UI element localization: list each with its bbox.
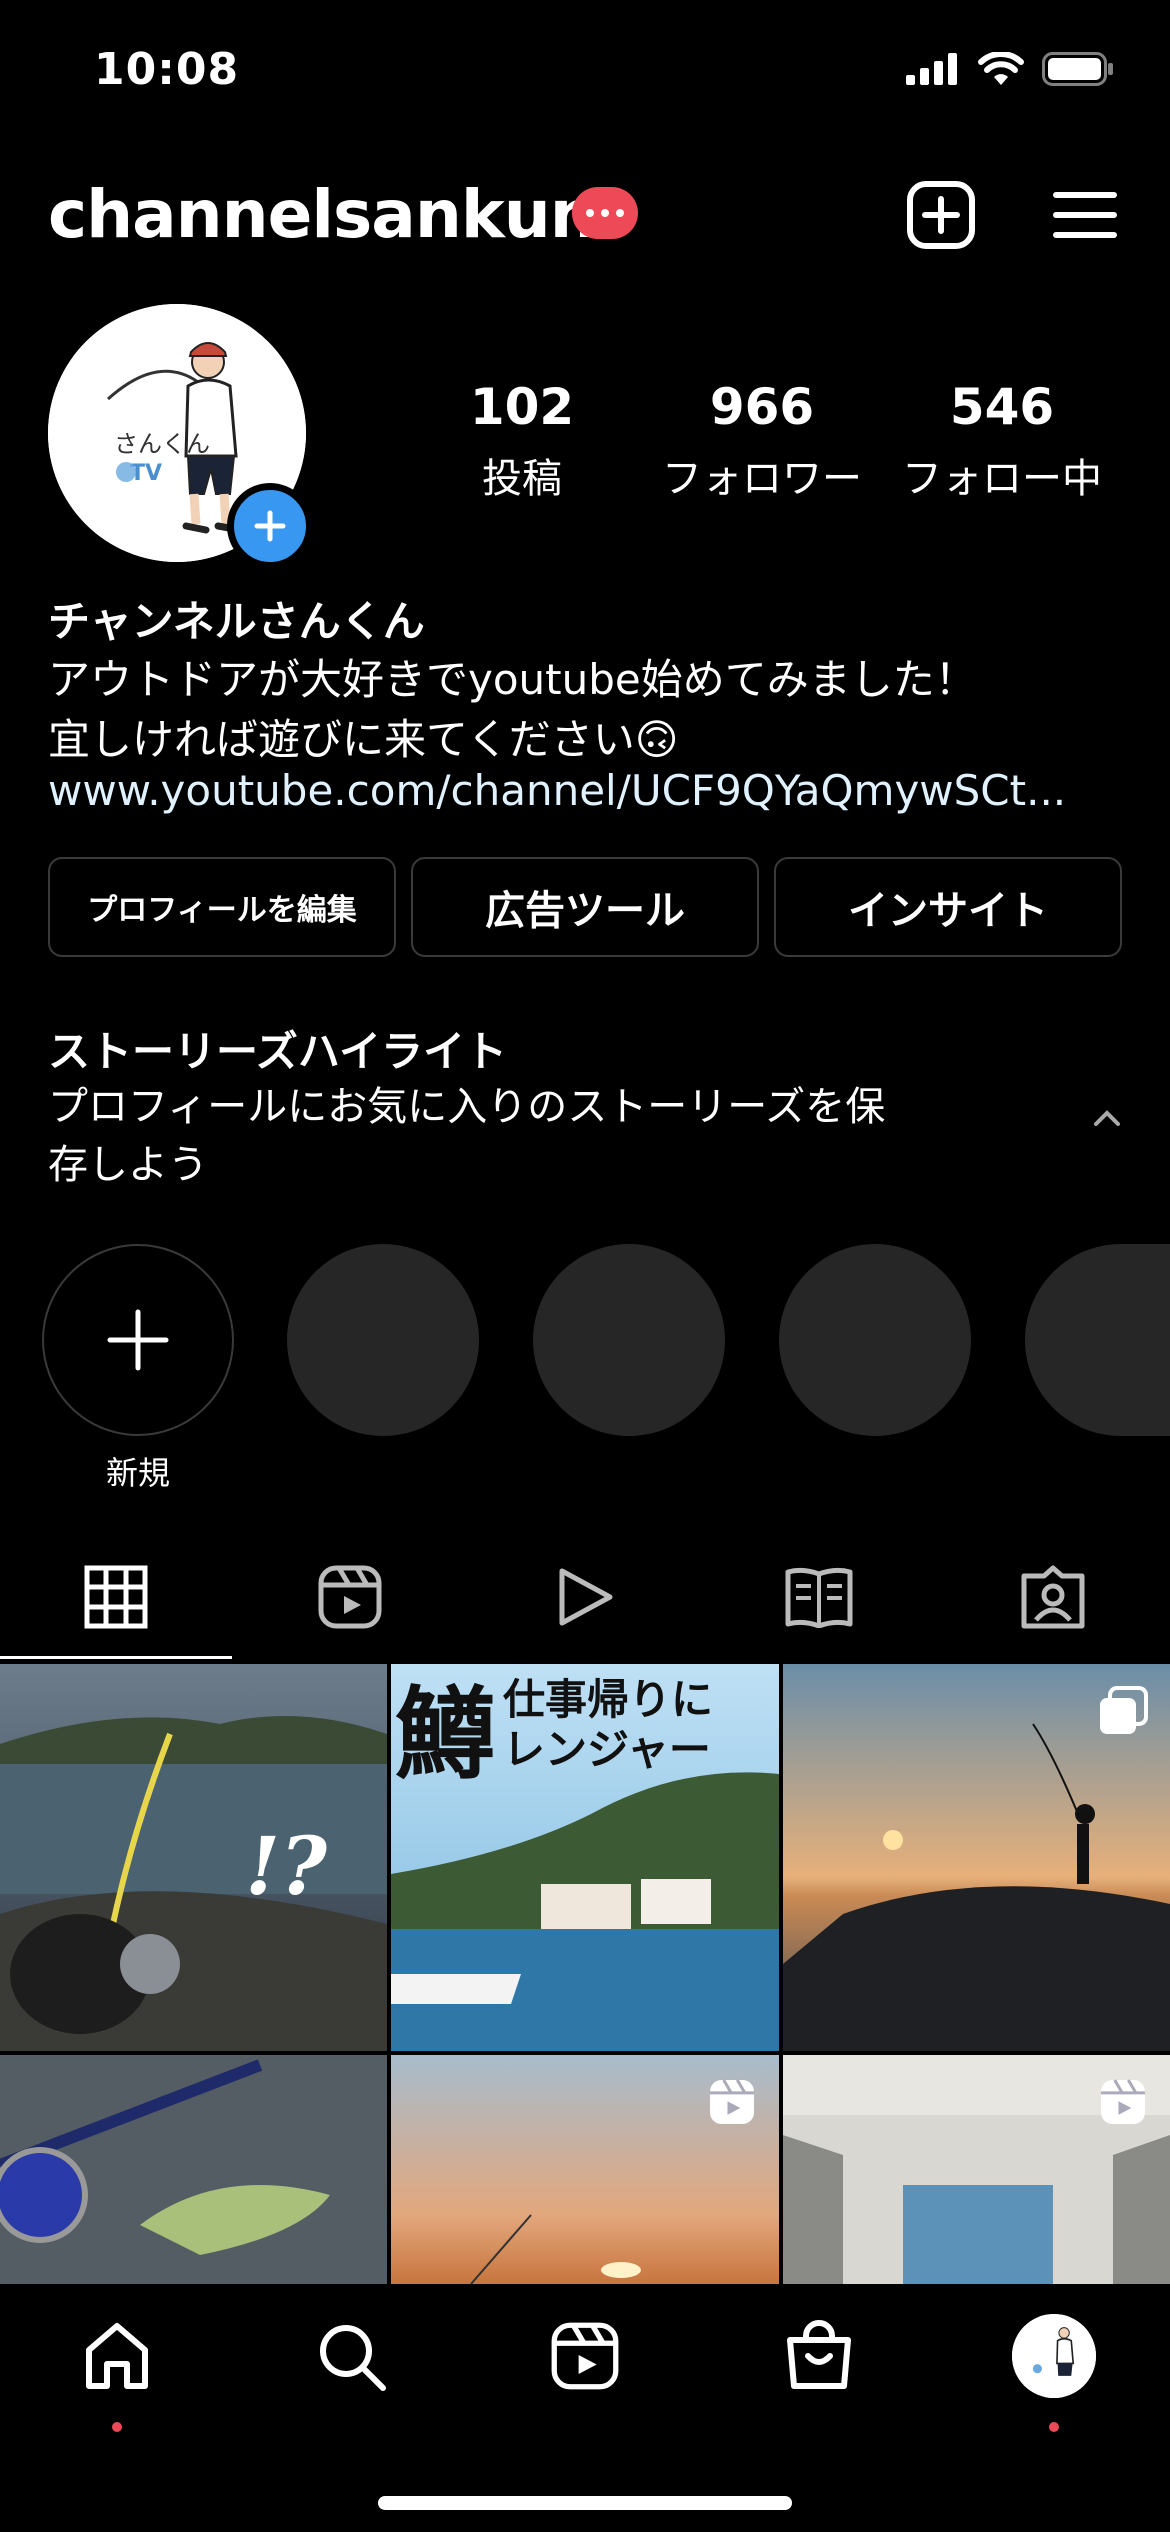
bio-link[interactable]: www.youtube.com/channel/UCF9QYaQmywSCt..…	[48, 766, 1066, 815]
stat-following-count: 546	[949, 378, 1055, 436]
new-highlight-button[interactable]	[42, 1244, 234, 1436]
wifi-icon	[978, 52, 1024, 85]
plus-square-icon	[907, 181, 975, 249]
highlights-description: プロフィールにお気に入りのストーリーズを保存しよう	[48, 1084, 886, 1188]
stat-following[interactable]: 546 フォロー中	[887, 378, 1117, 504]
tab-reels[interactable]	[315, 1562, 385, 1632]
notification-badge[interactable]	[572, 187, 638, 239]
highlight-placeholder	[533, 1244, 725, 1436]
edit-profile-button[interactable]: プロフィールを編集	[48, 857, 396, 957]
plus-icon	[107, 1309, 169, 1371]
nav-search[interactable]	[311, 2316, 391, 2396]
stat-posts-label: 投稿	[482, 456, 562, 502]
display-name: チャンネルさんくん	[48, 597, 425, 646]
tab-videos[interactable]	[550, 1562, 620, 1632]
nav-reels[interactable]	[545, 2316, 625, 2396]
status-icons	[906, 52, 1114, 86]
plus-icon	[254, 510, 286, 542]
nav-shop[interactable]	[779, 2316, 859, 2396]
nav-profile-avatar[interactable]	[1012, 2314, 1096, 2398]
stat-followers-count: 966	[709, 378, 815, 436]
ad-tools-button[interactable]: 広告ツール	[411, 857, 759, 957]
grid-post[interactable]	[783, 1664, 1170, 2051]
menu-button[interactable]	[1048, 178, 1122, 252]
carousel-icon	[1100, 1686, 1148, 1734]
stat-followers-label: フォロワー	[662, 456, 862, 502]
notification-dot	[112, 2422, 122, 2432]
bio-line-2: 宜しければ遊びに来てください🙃	[48, 715, 679, 764]
chevron-up-icon	[1094, 1110, 1120, 1126]
home-indicator	[378, 2496, 792, 2510]
active-tab-indicator	[0, 1656, 232, 1659]
reels-icon	[710, 2079, 754, 2124]
stat-following-label: フォロー中	[902, 456, 1102, 502]
highlights-title: ストーリーズハイライト	[48, 1027, 508, 1076]
menu-icon	[1053, 192, 1117, 238]
tab-tagged[interactable]	[1018, 1562, 1088, 1632]
home-icon	[86, 2323, 148, 2389]
stat-posts[interactable]: 102 投稿	[407, 378, 637, 504]
play-icon	[559, 1568, 613, 1626]
grid-post[interactable]: 鱒 仕事帰りに レンジャー	[391, 1664, 779, 2051]
status-time: 10:08	[94, 44, 240, 95]
guide-icon	[785, 1567, 853, 1628]
signal-icon	[906, 53, 957, 85]
highlight-placeholder	[779, 1244, 971, 1436]
search-icon	[320, 2325, 386, 2391]
username[interactable]: channelsankun	[48, 176, 597, 253]
reels-icon	[318, 1565, 382, 1629]
shop-icon	[787, 2320, 851, 2389]
notification-dot	[1049, 2422, 1059, 2432]
insights-button[interactable]: インサイト	[774, 857, 1122, 957]
new-highlight-label: 新規	[105, 1454, 170, 1492]
tab-posts[interactable]	[81, 1562, 151, 1632]
reels-icon	[1101, 2079, 1145, 2124]
grid-post[interactable]	[783, 2055, 1170, 2284]
reels-icon	[551, 2322, 619, 2390]
add-story-button[interactable]	[227, 483, 313, 569]
avatar-text: さんくん	[114, 430, 210, 458]
highlight-placeholder	[1025, 1244, 1170, 1436]
highlights-collapse-button[interactable]	[1092, 1108, 1122, 1132]
grid-post[interactable]	[391, 2055, 779, 2284]
create-button[interactable]	[904, 178, 978, 252]
battery-icon	[1042, 52, 1113, 86]
tagged-icon	[1021, 1565, 1085, 1629]
grid-post[interactable]: !?	[0, 1664, 387, 2051]
stat-followers[interactable]: 966 フォロワー	[647, 378, 877, 504]
highlight-placeholder	[287, 1244, 479, 1436]
post-title-line2: レンジャー	[503, 1725, 711, 1774]
tab-guides[interactable]	[784, 1562, 854, 1632]
post-title-line1: 仕事帰りに	[503, 1675, 713, 1724]
nav-home[interactable]	[77, 2316, 157, 2396]
grid-icon	[84, 1565, 148, 1629]
grid-post[interactable]	[0, 2055, 387, 2284]
stat-posts-count: 102	[469, 378, 575, 436]
bio-line-1: アウトドアが大好きでyoutube始めてみました！	[48, 655, 977, 704]
post-title-kanji: 鱒	[395, 1675, 495, 1793]
post-caption-text: !?	[245, 1819, 328, 1913]
